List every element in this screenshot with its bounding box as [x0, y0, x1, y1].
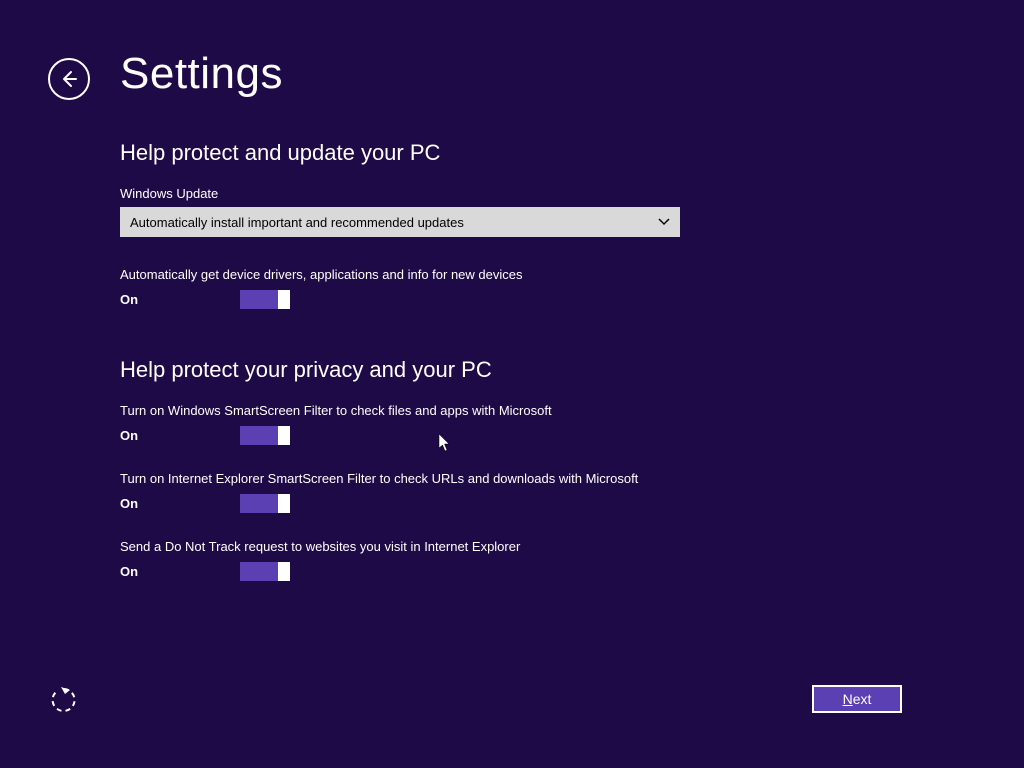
dnt-state: On	[120, 564, 240, 579]
setting-do-not-track: Send a Do Not Track request to websites …	[120, 539, 900, 581]
setting-ie-smartscreen: Turn on Internet Explorer SmartScreen Fi…	[120, 471, 900, 513]
windows-update-dropdown[interactable]: Automatically install important and reco…	[120, 207, 680, 237]
dnt-toggle[interactable]	[240, 562, 290, 581]
ease-of-access-button[interactable]	[48, 684, 80, 716]
device-drivers-row: On	[120, 290, 900, 309]
device-drivers-desc: Automatically get device drivers, applic…	[120, 267, 900, 282]
next-button[interactable]: Next	[812, 685, 902, 713]
smartscreen-row: On	[120, 426, 900, 445]
setting-smartscreen: Turn on Windows SmartScreen Filter to ch…	[120, 403, 900, 445]
header: Settings	[0, 0, 1024, 100]
content: Help protect and update your PC Windows …	[120, 140, 900, 607]
windows-update-selected: Automatically install important and reco…	[130, 215, 464, 230]
next-button-label: Next	[843, 691, 872, 707]
smartscreen-desc: Turn on Windows SmartScreen Filter to ch…	[120, 403, 900, 418]
page-title: Settings	[120, 49, 283, 99]
smartscreen-toggle[interactable]	[240, 426, 290, 445]
setting-device-drivers: Automatically get device drivers, applic…	[120, 267, 900, 309]
back-button[interactable]	[48, 58, 90, 100]
device-drivers-toggle[interactable]	[240, 290, 290, 309]
smartscreen-state: On	[120, 428, 240, 443]
section-privacy-title: Help protect your privacy and your PC	[120, 357, 900, 383]
ie-smartscreen-desc: Turn on Internet Explorer SmartScreen Fi…	[120, 471, 900, 486]
windows-update-label: Windows Update	[120, 186, 900, 201]
device-drivers-state: On	[120, 292, 240, 307]
dnt-desc: Send a Do Not Track request to websites …	[120, 539, 900, 554]
chevron-down-icon	[658, 215, 670, 229]
ease-of-access-icon	[48, 684, 80, 716]
ie-smartscreen-state: On	[120, 496, 240, 511]
section-privacy: Help protect your privacy and your PC Tu…	[120, 357, 900, 581]
ie-smartscreen-toggle[interactable]	[240, 494, 290, 513]
ie-smartscreen-row: On	[120, 494, 900, 513]
dnt-row: On	[120, 562, 900, 581]
section-protect-update-title: Help protect and update your PC	[120, 140, 900, 166]
back-arrow-icon	[59, 69, 79, 89]
